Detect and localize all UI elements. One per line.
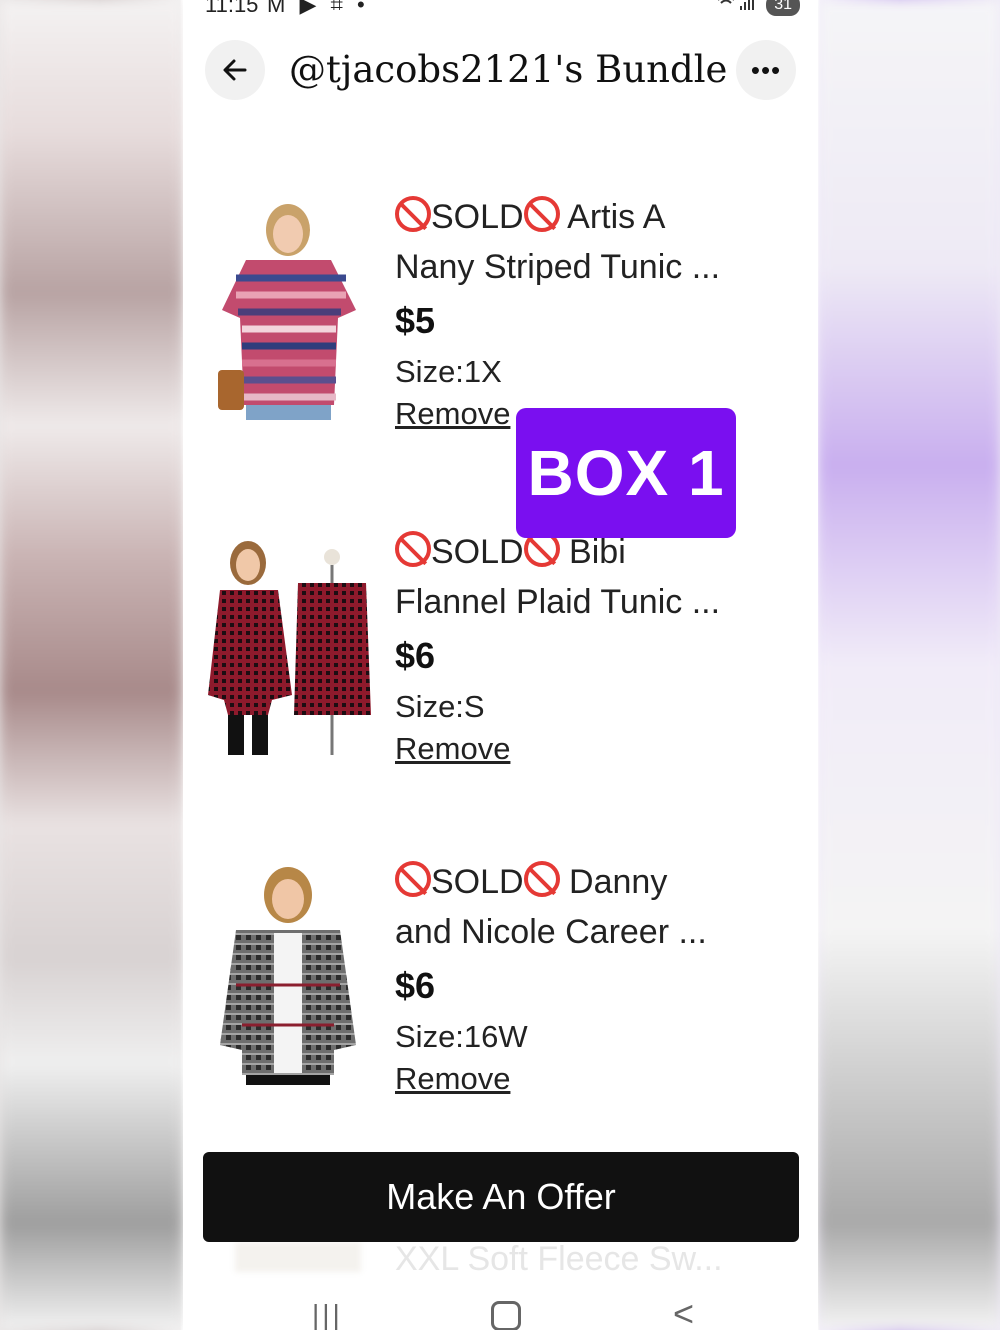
next-item-title-peek: XXL Soft Fleece Sw... [395, 1240, 723, 1278]
product-image[interactable] [206, 200, 371, 420]
box-label-overlay: BOX 1 [516, 408, 736, 538]
item-name-line1: Danny [569, 863, 668, 901]
system-nav-bar: ||| < [183, 1293, 818, 1330]
prohibited-icon [395, 196, 431, 232]
item-price: $6 [395, 635, 436, 676]
product-image[interactable] [206, 535, 371, 755]
more-options-button[interactable]: ••• [736, 40, 796, 100]
header: @tjacobs2121's Bundle ••• [183, 38, 818, 102]
item-size: Size:16W [395, 1019, 528, 1054]
notification-icons: M ▶ ⌗ • [267, 0, 369, 17]
home-icon[interactable] [491, 1301, 521, 1330]
sold-label: SOLD [431, 533, 524, 571]
item-name-line2: and Nicole Career ... [395, 913, 707, 951]
item-size: Size:1X [395, 354, 502, 389]
next-item-image-peek [235, 1242, 361, 1272]
prohibited-icon [395, 861, 431, 897]
background-blur-left [0, 0, 183, 1330]
prohibited-icon [395, 531, 431, 567]
sold-label: SOLD [431, 198, 524, 236]
status-right: 31 [716, 0, 800, 18]
more-horizontal-icon: ••• [750, 54, 782, 85]
plaid-tunic-image [206, 535, 371, 755]
item-name-line2: Nany Striped Tunic ... [395, 248, 721, 286]
prohibited-icon [523, 196, 560, 232]
recents-icon[interactable]: ||| [312, 1299, 343, 1330]
remove-link[interactable]: Remove [395, 731, 510, 767]
item-info: SOLD Bibi Flannel Plaid Tunic ... $6 Siz… [395, 527, 795, 767]
phone-screen: 11:15 M ▶ ⌗ • 31 @tjacobs2121's Bundle •… [183, 0, 818, 1330]
status-bar: 11:15 M ▶ ⌗ • 31 [183, 0, 818, 18]
item-size: Size:S [395, 689, 485, 724]
nav-back-icon[interactable]: < [673, 1293, 694, 1330]
make-offer-button[interactable]: Make An Offer [203, 1152, 799, 1242]
status-time: 11:15 [205, 0, 259, 17]
item-info: SOLD Artis A Nany Striped Tunic ... $5 S… [395, 192, 795, 432]
signal-icon [716, 0, 756, 18]
back-button[interactable] [205, 40, 265, 100]
striped-tunic-image [206, 200, 371, 420]
item-title[interactable]: SOLD Danny and Nicole Career ... [395, 857, 795, 957]
item-info: SOLD Danny and Nicole Career ... $6 Size… [395, 857, 795, 1097]
item-title[interactable]: SOLD Bibi Flannel Plaid Tunic ... [395, 527, 795, 627]
remove-link[interactable]: Remove [395, 1061, 510, 1097]
item-price: $6 [395, 965, 436, 1006]
item-name-line1: Bibi [569, 533, 626, 571]
arrow-left-icon [223, 59, 247, 81]
product-image[interactable] [206, 865, 371, 1085]
battery-icon: 31 [766, 0, 800, 16]
prohibited-icon [523, 861, 560, 897]
item-name-line1: Artis A [567, 198, 666, 236]
item-title[interactable]: SOLD Artis A Nany Striped Tunic ... [395, 192, 795, 292]
sold-label: SOLD [431, 863, 524, 901]
item-name-line2: Flannel Plaid Tunic ... [395, 583, 721, 621]
background-blur-right [818, 0, 1000, 1330]
career-jacket-image [206, 865, 371, 1085]
page-title: @tjacobs2121's Bundle [289, 48, 728, 91]
remove-link[interactable]: Remove [395, 396, 510, 432]
item-price: $5 [395, 300, 436, 341]
